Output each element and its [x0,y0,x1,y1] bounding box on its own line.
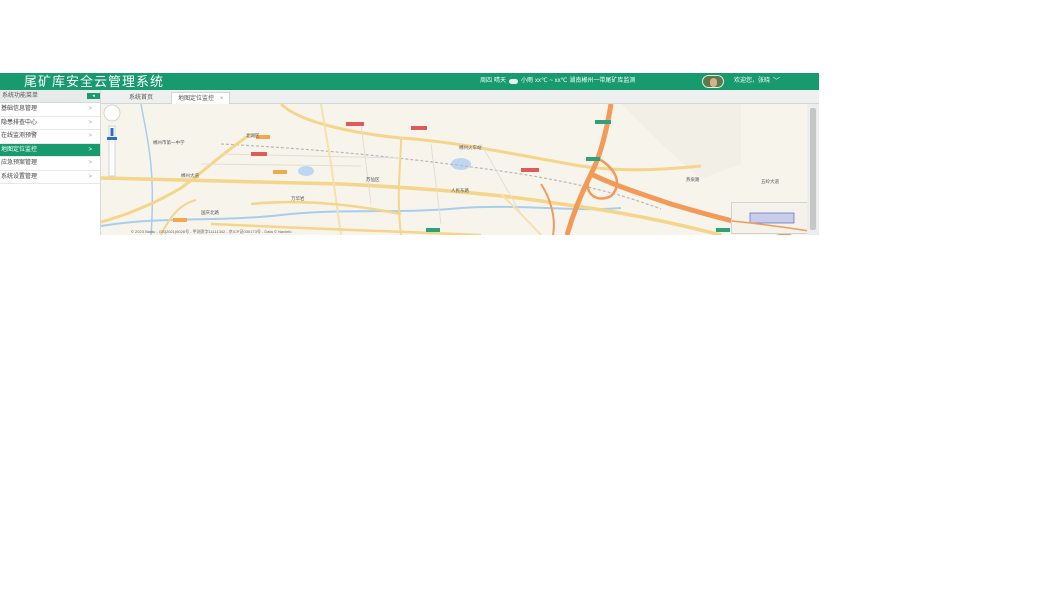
sidebar-toggle-button[interactable]: ◂ [87,93,100,99]
weather-widget: 周四 晴天 小雨 xx℃ ~ xx℃ 湖南郴州一带尾矿库监测 [480,73,635,90]
weather-condition: 小雨 [521,78,534,84]
top-header: 尾矿库安全云管理系统 周四 晴天 小雨 xx℃ ~ xx℃ 湖南郴州一带尾矿库监… [0,73,819,90]
weather-day: 晴天 [494,78,507,84]
sidebar-item-map[interactable]: 地图定位监控 > [0,143,100,157]
map-label: 万华岩 [291,195,305,202]
tab-map[interactable]: 地图定位监控 × [171,92,231,104]
sidebar-item-settings[interactable]: 系统设置管理 > [0,171,100,184]
chevron-right-icon: > [88,146,92,153]
user-menu[interactable]: 欢迎您，张晓 ﹀ [734,73,780,90]
overview-minimap[interactable] [731,202,808,234]
chevron-down-icon[interactable]: ﹀ [773,73,780,90]
user-greeting: 欢迎您，张晓 [734,78,771,84]
tab-label: 系统首页 [129,95,154,101]
weather-temp-range: xx℃ ~ xx℃ [535,78,568,84]
map-label: 郴州市第一中学 [153,139,185,146]
app-title: 尾矿库安全云管理系统 [24,74,165,89]
close-icon[interactable]: × [220,96,224,102]
map-label: 人民东路 [451,187,469,194]
map-view[interactable]: 郴州市第一中学 北湖区 苏仙区 郴州火车站 万华岩 郴州大道 人民东路 国庆北路… [101,104,819,235]
sidebar-item-label: 系统设置管理 [1,173,38,180]
sidebar-header: 系统功能菜单 ◂ [0,90,100,103]
sidebar-item-label: 隐患排查中心 [1,119,38,126]
map-label: 郴州大道 [181,172,199,179]
sidebar-item-label: 应急预案管理 [1,160,38,166]
zoom-control[interactable] [101,104,123,178]
weather-location: 湖南郴州一带尾矿库监测 [569,78,636,84]
map-scrollbar[interactable] [807,104,819,235]
sidebar-item-label: 地图定位监控 [1,146,38,153]
cloud-icon [509,79,519,84]
avatar[interactable] [702,75,724,88]
map-label: 国庆北路 [201,209,219,216]
scrollbar-thumb[interactable] [810,108,816,230]
sidebar-item-basic-info[interactable]: 基础信息管理 > [0,103,100,117]
map-label: 苏仙区 [366,176,380,183]
sidebar-item-label: 基础信息管理 [1,106,38,112]
chevron-right-icon: > [88,160,92,166]
chevron-right-icon: > [88,173,92,180]
map-label: 燕泉路 [686,176,700,183]
sidebar-item-monitoring[interactable]: 在线监测预警 > [0,130,100,144]
sidebar-header-label: 系统功能菜单 [2,93,39,99]
map-label: 五岭大道 [761,178,779,185]
sidebar-item-hazard[interactable]: 隐患排查中心 > [0,117,100,130]
chevron-right-icon: > [88,119,92,126]
weather-date: 周四 [480,78,493,84]
map-attribution: © 2023 Baidu - GS(2021)6026号 - 甲测资字11111… [131,229,292,234]
tab-label: 地图定位监控 [178,96,215,102]
sidebar-item-label: 在线监测预警 [1,133,38,139]
tab-home[interactable]: 系统首页 [123,92,159,104]
map-label: 郴州火车站 [459,144,482,151]
app-window: 尾矿库安全云管理系统 周四 晴天 小雨 xx℃ ~ xx℃ 湖南郴州一带尾矿库监… [0,73,819,235]
chevron-right-icon: > [88,106,92,112]
sidebar-item-emergency[interactable]: 应急预案管理 > [0,157,100,171]
sidebar: 系统功能菜单 ◂ 基础信息管理 > 隐患排查中心 > 在线监测预警 > 地图定位… [0,90,101,235]
tab-bar: 系统首页 地图定位监控 × [101,90,819,104]
chevron-right-icon: > [88,133,92,139]
map-label: 北湖区 [246,132,260,139]
map-canvas[interactable]: 郴州市第一中学 北湖区 苏仙区 郴州火车站 万华岩 郴州大道 人民东路 国庆北路… [101,104,819,235]
